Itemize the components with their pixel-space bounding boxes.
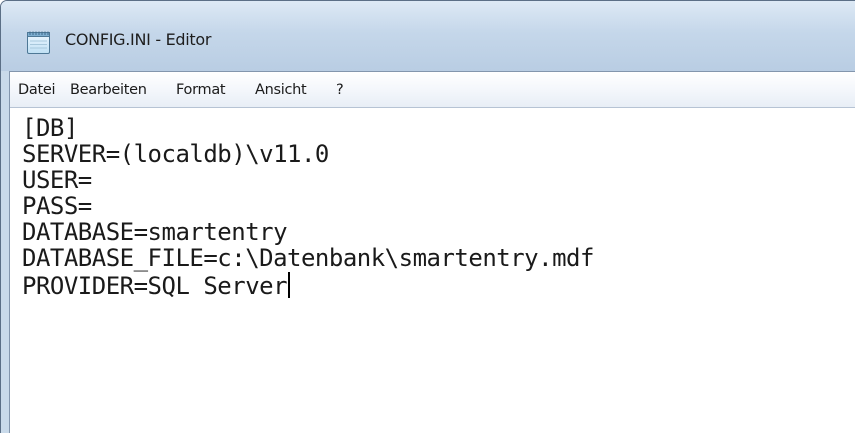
menu-item-format[interactable]: Format <box>176 82 226 98</box>
text-line: PROVIDER=SQL Server <box>22 272 288 300</box>
menu-item-help[interactable]: ? <box>336 82 344 98</box>
title-bar[interactable]: CONFIG.INI - Editor <box>1 1 855 71</box>
text-line: DATABASE_FILE=c:\Datenbank\smartentry.md… <box>22 244 594 272</box>
text-caret <box>288 272 291 298</box>
notepad-window: CONFIG.INI - Editor Datei Bearbeiten For… <box>0 0 855 433</box>
text-line-with-caret: PROVIDER=SQL Server <box>22 272 291 300</box>
client-area: Datei Bearbeiten Format Ansicht ? [DB] S… <box>9 71 855 433</box>
text-line: SERVER=(localdb)\v11.0 <box>22 140 329 168</box>
text-line: USER= <box>22 166 92 194</box>
window-title: CONFIG.INI - Editor <box>65 30 212 49</box>
menu-item-bearbeiten[interactable]: Bearbeiten <box>70 82 147 98</box>
text-line: [DB] <box>22 114 78 142</box>
menu-item-ansicht[interactable]: Ansicht <box>255 82 307 98</box>
text-line: DATABASE=smartentry <box>22 218 288 246</box>
text-editor[interactable]: [DB] SERVER=(localdb)\v11.0 USER= PASS= … <box>10 108 855 433</box>
text-line: PASS= <box>22 192 92 220</box>
menu-item-datei[interactable]: Datei <box>18 82 55 98</box>
menu-bar: Datei Bearbeiten Format Ansicht ? <box>10 72 855 108</box>
notepad-icon <box>26 31 52 55</box>
